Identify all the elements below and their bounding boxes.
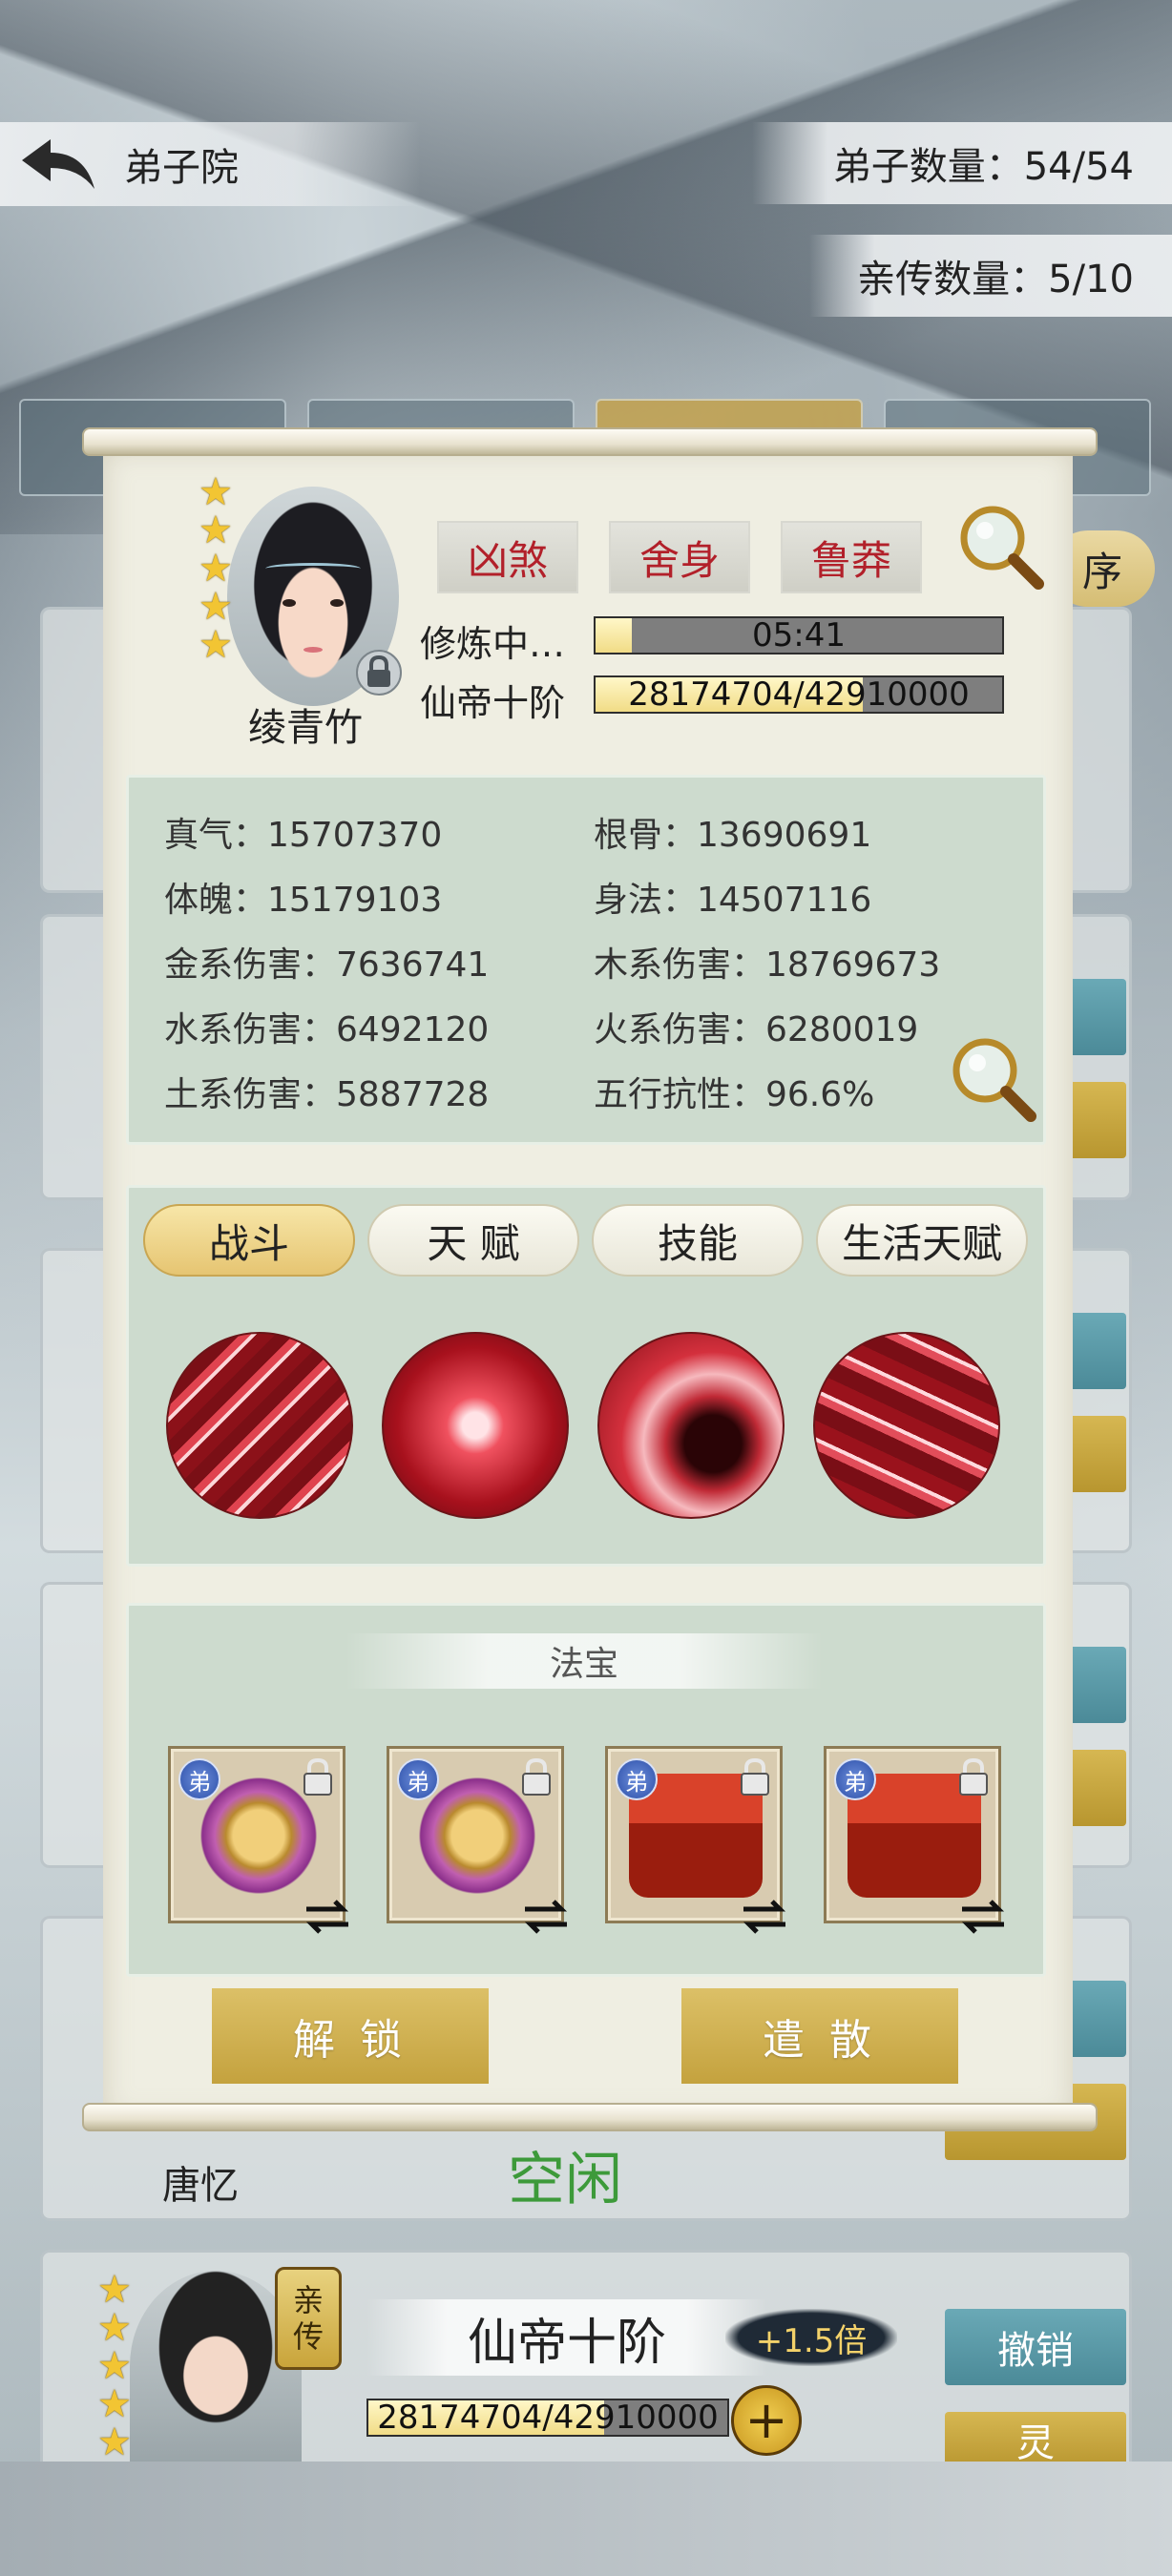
revoke-button[interactable]: 撤销 xyxy=(945,2309,1126,2385)
realm-exp-text: 28174704/42910000 xyxy=(628,675,970,714)
star-icon: ★ xyxy=(97,2306,132,2350)
dismiss-button[interactable]: 遣 散 xyxy=(681,1988,958,2084)
star-icon: ★ xyxy=(97,2420,132,2464)
badge-char-2: 传 xyxy=(292,2318,324,2355)
disciple-count: 弟子数量：54/54 xyxy=(752,122,1172,204)
header-bar: 弟子院 xyxy=(0,122,420,206)
disciple-badge-icon: 弟 xyxy=(178,1758,220,1800)
scroll-rod-bottom xyxy=(82,2103,1098,2131)
disciple-realm: 仙帝十阶 xyxy=(366,2299,767,2376)
back-button[interactable] xyxy=(15,131,101,197)
disciple-badge-icon: 弟 xyxy=(616,1758,658,1800)
idle-disciple-name: 唐忆 xyxy=(162,2164,239,2208)
realm-exp-bar: 28174704/42910000 xyxy=(594,675,1004,714)
cultivation-label: 修炼中… xyxy=(420,623,566,665)
treasure-title: 法宝 xyxy=(345,1633,823,1689)
tab-combat[interactable]: 战斗 xyxy=(143,1204,355,1277)
disciple-exp-text: 28174704/42910000 xyxy=(377,2399,719,2437)
treasure-slot-3[interactable]: 弟 xyxy=(605,1746,786,1934)
star-icon: ★ xyxy=(97,2268,132,2312)
spear-thrust-skill-icon[interactable] xyxy=(382,1332,569,1519)
bottom-bar xyxy=(0,2462,1172,2576)
realm-label: 仙帝十阶 xyxy=(420,682,566,724)
lock-icon xyxy=(959,1757,988,1796)
star-icon: ★ xyxy=(199,585,233,629)
disciple-badge-icon: 弟 xyxy=(397,1758,439,1800)
swap-icon[interactable] xyxy=(519,1898,573,1936)
character-stars: ★ ★ ★ ★ ★ xyxy=(199,473,241,664)
scroll-rod-top xyxy=(82,427,1098,456)
attr-earth-damage: 土系伤害：5887728 xyxy=(164,1075,490,1114)
direct-disciple-count: 亲传数量：5/10 xyxy=(809,235,1172,317)
lock-icon xyxy=(741,1757,769,1796)
revoke-label: 撤销 xyxy=(997,2329,1074,2373)
badge-char-1: 亲 xyxy=(292,2282,324,2318)
sort-label: 序 xyxy=(1081,548,1122,595)
unlock-button[interactable]: 解 锁 xyxy=(212,1988,489,2084)
cultivation-timer: 05:41 xyxy=(752,616,846,654)
lock-icon xyxy=(522,1757,551,1796)
treasure-slot-4[interactable]: 弟 xyxy=(824,1746,1005,1934)
attr-fire-damage: 火系伤害：6280019 xyxy=(594,1010,919,1049)
magnifier-icon[interactable] xyxy=(956,502,1044,590)
spirit-label: 灵 xyxy=(1016,2421,1055,2465)
attr-tipo: 体魄：15179103 xyxy=(164,881,443,920)
trait-tag-1[interactable]: 凶煞 xyxy=(437,521,578,593)
exp-multiplier: +1.5倍 xyxy=(725,2309,897,2366)
star-icon: ★ xyxy=(97,2344,132,2388)
attr-zhenqi: 真气：15707370 xyxy=(164,816,443,855)
attr-element-resist: 五行抗性：96.6% xyxy=(594,1075,875,1114)
eye xyxy=(330,599,344,607)
back-arrow-icon xyxy=(22,139,94,189)
cultivation-bar: 05:41 xyxy=(594,616,1004,654)
disciple-stars: ★ ★ ★ ★ ★ xyxy=(97,2271,139,2462)
circlet xyxy=(265,563,361,574)
vortex-skill-icon[interactable] xyxy=(597,1332,785,1519)
wind-slash-skill-icon[interactable] xyxy=(813,1332,1000,1519)
plus-icon: + xyxy=(744,2390,788,2450)
attr-shenfa: 身法：14507116 xyxy=(594,881,872,920)
star-icon: ★ xyxy=(199,470,233,514)
lips xyxy=(303,647,323,653)
star-icon: ★ xyxy=(199,623,233,667)
tab-life-talent[interactable]: 生活天赋 xyxy=(816,1204,1028,1277)
attributes-magnifier-icon[interactable] xyxy=(949,1034,1036,1122)
idle-status: 空闲 xyxy=(508,2147,622,2213)
star-icon: ★ xyxy=(199,509,233,552)
eye xyxy=(283,599,296,607)
add-exp-button[interactable]: + xyxy=(731,2385,802,2456)
attr-metal-damage: 金系伤害：7636741 xyxy=(164,945,490,985)
treasure-slot-1[interactable]: 弟 xyxy=(168,1746,349,1934)
treasure-slot-2[interactable]: 弟 xyxy=(387,1746,568,1934)
eyes xyxy=(283,599,344,618)
tab-talent[interactable]: 天 赋 xyxy=(367,1204,579,1277)
direct-disciple-badge: 亲 传 xyxy=(275,2267,342,2370)
spirit-button[interactable]: 灵 xyxy=(945,2412,1126,2469)
attr-gengu: 根骨：13690691 xyxy=(594,816,872,855)
trait-tag-3[interactable]: 鲁莽 xyxy=(781,521,922,593)
attr-water-damage: 水系伤害：6492120 xyxy=(164,1010,490,1049)
star-icon: ★ xyxy=(97,2382,132,2426)
star-icon: ★ xyxy=(199,547,233,591)
swap-icon[interactable] xyxy=(301,1898,354,1936)
trait-tag-2[interactable]: 舍身 xyxy=(609,521,750,593)
character-name: 绫青竹 xyxy=(248,706,363,750)
disciple-badge-icon: 弟 xyxy=(834,1758,876,1800)
swap-icon[interactable] xyxy=(956,1898,1010,1936)
lock-icon[interactable] xyxy=(355,649,403,696)
disciple-exp-bar: 28174704/42910000 xyxy=(366,2399,729,2437)
page-title: 弟子院 xyxy=(124,146,239,190)
lock-icon xyxy=(303,1757,332,1796)
attr-wood-damage: 木系伤害：18769673 xyxy=(594,945,941,985)
tab-skills[interactable]: 技能 xyxy=(592,1204,804,1277)
claw-slash-skill-icon[interactable] xyxy=(166,1332,353,1519)
swap-icon[interactable] xyxy=(738,1898,791,1936)
